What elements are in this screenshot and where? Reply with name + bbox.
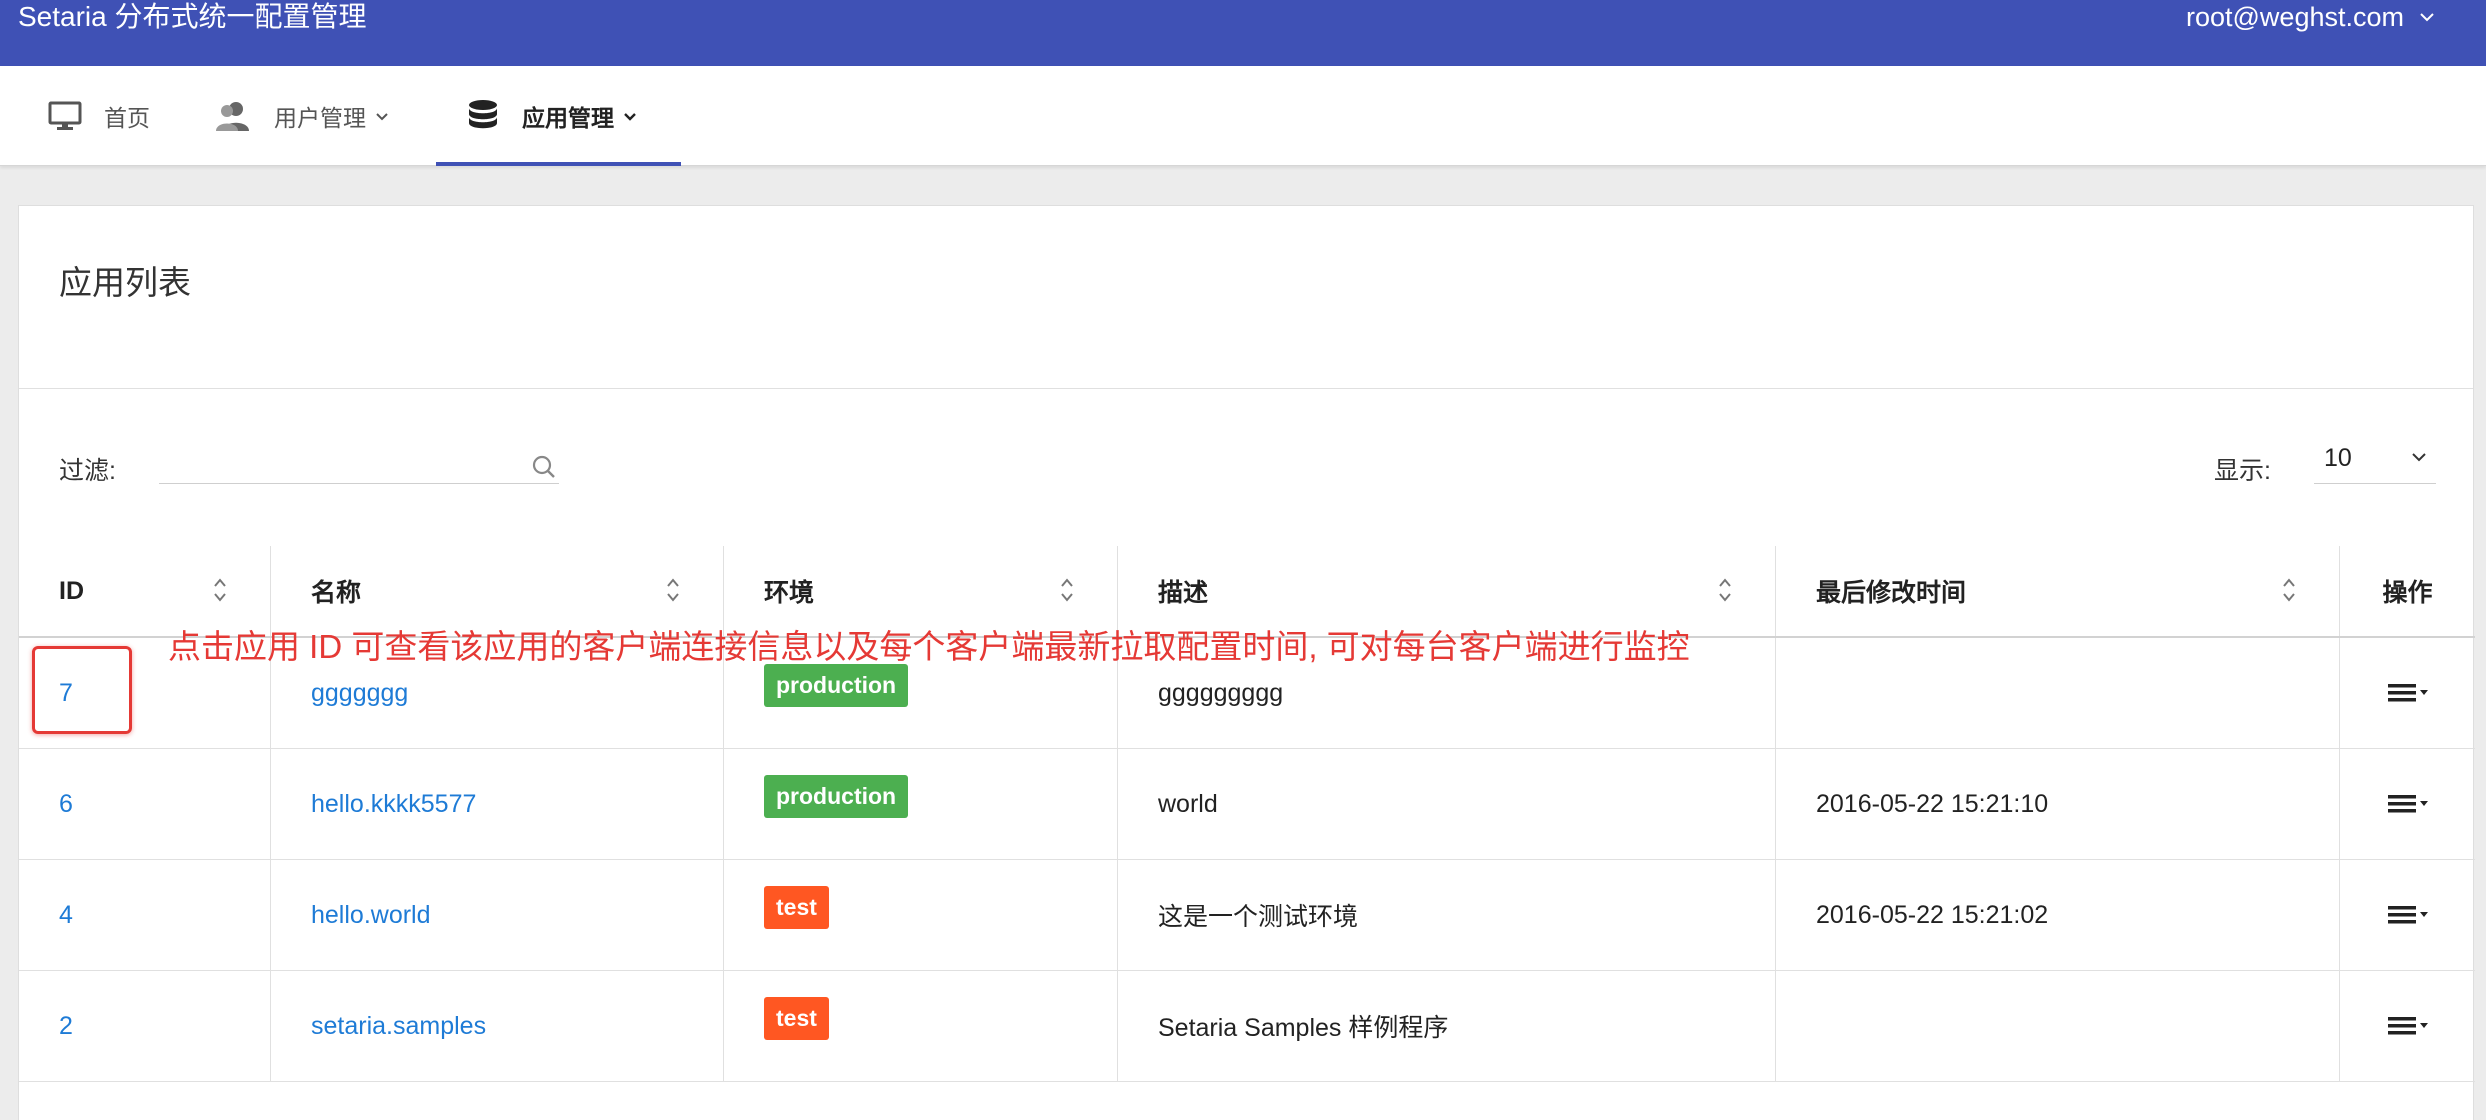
chevron-down-icon xyxy=(374,108,390,124)
search-icon[interactable] xyxy=(531,454,557,485)
menu-icon xyxy=(2387,684,2428,702)
cell-name: hello.world xyxy=(271,860,724,970)
app-id-link[interactable]: 2 xyxy=(59,1012,73,1041)
annotation-text: 点击应用 ID 可查看该应用的客户端连接信息以及每个客户端最新拉取配置时间, 可… xyxy=(168,628,1690,665)
table-row: 2 setaria.samples test Setaria Samples 样… xyxy=(19,971,2475,1082)
env-badge: test xyxy=(764,996,829,1040)
cell-env: production xyxy=(724,749,1118,859)
table-row: 4 hello.world test 这是一个测试环境 2016-05-22 1… xyxy=(19,860,2475,971)
id-highlight-box xyxy=(32,646,132,734)
sort-icon[interactable] xyxy=(2281,576,2297,611)
chevron-down-icon xyxy=(2410,444,2428,473)
modified-time: 2016-05-22 15:21:02 xyxy=(1816,900,2049,929)
cell-description: world xyxy=(1118,749,1776,859)
app-title: Setaria 分布式统一配置管理 xyxy=(18,1,367,32)
app-id-link[interactable]: 6 xyxy=(59,790,73,819)
column-label: 描述 xyxy=(1158,579,1209,607)
row-menu-button[interactable] xyxy=(2386,1014,2430,1038)
menu-icon xyxy=(2387,906,2428,924)
column-label: ID xyxy=(59,576,84,605)
cell-id: 6 xyxy=(19,749,271,859)
cell-env: test xyxy=(724,971,1118,1081)
app-name-link[interactable]: ggggggg xyxy=(311,679,408,708)
cell-actions xyxy=(2340,971,2475,1081)
user-email: root@weghst.com xyxy=(2186,2,2404,32)
menu-icon xyxy=(2387,1017,2428,1035)
page-size-label: 显示: xyxy=(2214,457,2271,485)
column-header-modified[interactable]: 最后修改时间 xyxy=(1776,546,2340,636)
env-badge: production xyxy=(764,663,909,707)
nav-label-home: 首页 xyxy=(104,105,150,131)
users-icon xyxy=(214,100,252,132)
cell-actions xyxy=(2340,638,2475,748)
sort-icon[interactable] xyxy=(212,576,228,611)
description-text: 这是一个测试环境 xyxy=(1158,903,1359,931)
nav-label-user-management: 用户管理 xyxy=(274,105,366,131)
nav-bar: 首页 用户管理 应用管理 xyxy=(0,66,2486,166)
chevron-down-icon xyxy=(622,108,638,124)
cell-actions xyxy=(2340,860,2475,970)
row-menu-button[interactable] xyxy=(2386,903,2430,927)
filter-input[interactable] xyxy=(159,434,559,484)
column-label: 最后修改时间 xyxy=(1816,579,1967,607)
sort-icon[interactable] xyxy=(1059,576,1075,611)
cell-id: 4 xyxy=(19,860,271,970)
nav-label-app-management: 应用管理 xyxy=(522,105,614,131)
page-size-value: 10 xyxy=(2324,444,2352,472)
nav-item-home[interactable]: 首页 xyxy=(48,66,150,166)
filter-label: 过滤: xyxy=(59,457,116,485)
sort-icon[interactable] xyxy=(1717,576,1733,611)
page-title: 应用列表 xyxy=(59,264,191,301)
app-name-link[interactable]: hello.world xyxy=(311,901,431,930)
cell-id: 2 xyxy=(19,971,271,1081)
description-text: Setaria Samples 样例程序 xyxy=(1158,1014,1449,1042)
cell-modified xyxy=(1776,971,2340,1081)
env-badge: production xyxy=(764,774,909,818)
cell-modified: 2016-05-22 15:21:02 xyxy=(1776,860,2340,970)
page-size-select[interactable]: 10 xyxy=(2314,434,2436,484)
divider xyxy=(19,388,2473,389)
row-menu-button[interactable] xyxy=(2386,681,2430,705)
cell-env: test xyxy=(724,860,1118,970)
menu-icon xyxy=(2387,795,2428,813)
nav-item-app-management[interactable]: 应用管理 xyxy=(436,66,681,166)
chevron-down-icon xyxy=(2418,0,2436,34)
cell-modified xyxy=(1776,638,2340,748)
app-name-link[interactable]: setaria.samples xyxy=(311,1012,486,1041)
cell-name: hello.kkkk5577 xyxy=(271,749,724,859)
description-text: ggggggggg xyxy=(1158,678,1284,707)
app-name-link[interactable]: hello.kkkk5577 xyxy=(311,790,476,819)
column-label: 名称 xyxy=(311,579,362,607)
column-label: 环境 xyxy=(764,579,815,607)
row-menu-button[interactable] xyxy=(2386,792,2430,816)
column-header-actions: 操作 xyxy=(2340,546,2475,636)
table-row: 6 hello.kkkk5577 production world 2016-0… xyxy=(19,749,2475,860)
cell-description: 这是一个测试环境 xyxy=(1118,860,1776,970)
nav-item-user-management[interactable]: 用户管理 xyxy=(214,66,390,166)
top-bar: Setaria 分布式统一配置管理 root@weghst.com xyxy=(0,0,2486,66)
cell-description: Setaria Samples 样例程序 xyxy=(1118,971,1776,1081)
cell-name: setaria.samples xyxy=(271,971,724,1081)
column-label: 操作 xyxy=(2382,579,2433,607)
modified-time: 2016-05-22 15:21:10 xyxy=(1816,789,2049,818)
env-badge: test xyxy=(764,885,829,929)
monitor-icon xyxy=(48,101,82,131)
description-text: world xyxy=(1158,789,1218,818)
cell-modified: 2016-05-22 15:21:10 xyxy=(1776,749,2340,859)
sort-icon[interactable] xyxy=(665,576,681,611)
database-icon xyxy=(466,99,500,133)
cell-actions xyxy=(2340,749,2475,859)
app-id-link[interactable]: 4 xyxy=(59,901,73,930)
user-menu[interactable]: root@weghst.com xyxy=(2186,0,2436,34)
